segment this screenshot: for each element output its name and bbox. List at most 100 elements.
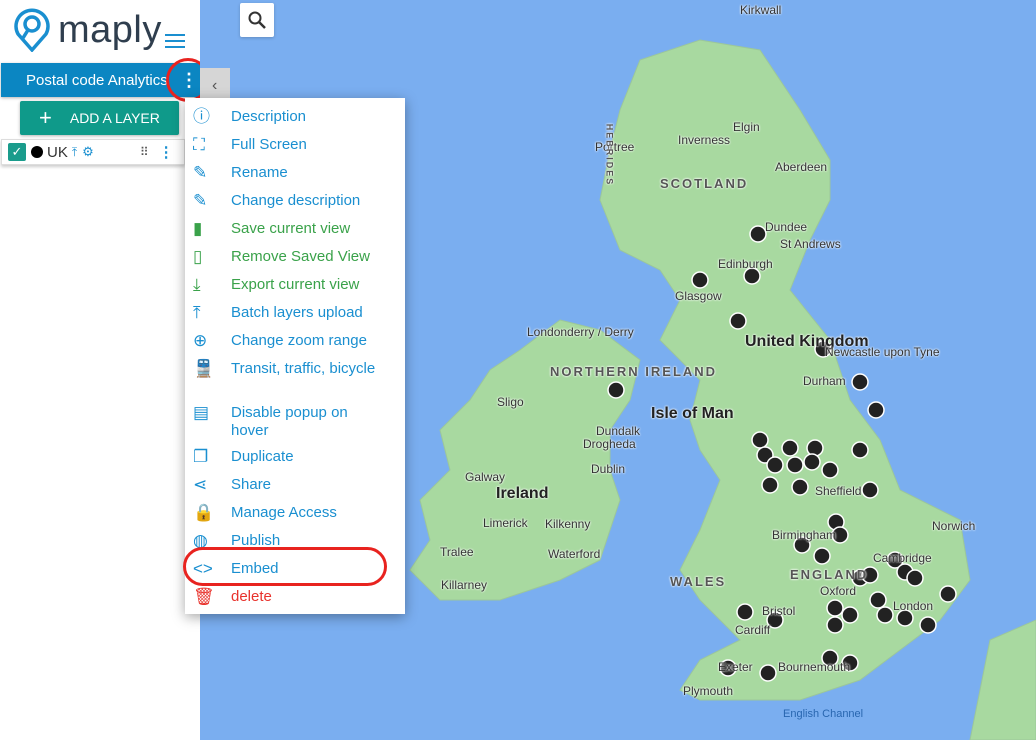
add-layer-button[interactable]: + ADD A LAYER (20, 101, 179, 135)
map-label-sligo: Sligo (497, 395, 524, 409)
menu-item-label: Save current view (231, 220, 351, 237)
map-marker[interactable] (781, 439, 799, 457)
map-marker[interactable] (751, 431, 769, 449)
map-marker[interactable] (803, 453, 821, 471)
map-marker[interactable] (786, 456, 804, 474)
map-label-dublin: Dublin (591, 462, 626, 476)
pencil-icon: ✎ (193, 191, 208, 210)
map-marker[interactable] (813, 547, 831, 565)
hamburger-menu-icon[interactable] (165, 34, 185, 52)
map-search-button[interactable] (240, 3, 274, 37)
logo[interactable]: maply (12, 8, 162, 52)
project-options-menu: ⓘ Description ⛶ Full Screen ✎ Rename ✎ Change d… (185, 98, 405, 614)
map-marker[interactable] (736, 603, 754, 621)
project-title: Postal code Analytics (26, 71, 168, 89)
map-marker[interactable] (919, 616, 937, 634)
menu-item-change-zoom-range[interactable]: ⊕ Change zoom range (185, 330, 405, 358)
menu-item-description[interactable]: ⓘ Description (185, 106, 405, 134)
menu-item-disable-popup-on-hover[interactable]: ▤ Disable popup on hover (185, 402, 405, 446)
map-marker[interactable] (939, 585, 957, 603)
map-marker[interactable] (607, 381, 625, 399)
map-marker[interactable] (691, 271, 709, 289)
map-marker[interactable] (869, 591, 887, 609)
menu-item-delete[interactable]: 🗑 delete (185, 586, 405, 614)
menu-item-transit-traffic-bicycle[interactable]: 🚆 Transit, traffic, bicycle (185, 358, 405, 402)
menu-item-label: Disable popup on hover (231, 404, 348, 439)
menu-item-full-screen[interactable]: ⛶ Full Screen (185, 134, 405, 162)
map-label-wales: WALES (670, 574, 727, 589)
map-label-galway: Galway (465, 470, 506, 484)
map-marker[interactable] (876, 606, 894, 624)
map-label-elgin: Elgin (733, 120, 760, 134)
copy-icon: ❐ (193, 447, 209, 466)
map-label-norwich: Norwich (932, 519, 976, 533)
layer-visibility-checkbox[interactable]: ✓ (8, 143, 26, 161)
layer-row[interactable]: ✓ UK ⤒ ⚙ ⠿ ⋮ (1, 139, 185, 165)
map-label-aberdeen: Aberdeen (775, 160, 828, 174)
menu-item-save-current-view[interactable]: ▮ Save current view (185, 218, 405, 246)
trash-icon: 🗑 (193, 587, 215, 606)
sidebar: maply Postal code Analytics ⋮ + ADD A LAY… (0, 0, 210, 740)
map-marker[interactable] (791, 478, 809, 496)
map-label-durham: Durham (803, 374, 846, 388)
map-marker[interactable] (851, 373, 869, 391)
menu-item-batch-layers-upload[interactable]: ⤒ Batch layers upload (185, 302, 405, 330)
map-label-exeter: Exeter (718, 660, 753, 674)
map-label-standrews: St Andrews (780, 237, 841, 251)
map-label-isle-of-man: Isle of Man (651, 405, 734, 422)
map-label-cambridge: Cambridge (873, 551, 932, 565)
menu-item-remove-saved-view[interactable]: ▯ Remove Saved View (185, 246, 405, 274)
menu-item-label: Batch layers upload (231, 304, 363, 321)
menu-item-label: Full Screen (231, 136, 307, 153)
menu-item-export-current-view[interactable]: ⤓ Export current view (185, 274, 405, 302)
layer-options-icon[interactable]: ⋮ (159, 143, 174, 161)
menu-item-rename[interactable]: ✎ Rename (185, 162, 405, 190)
layer-color-dot[interactable] (31, 146, 43, 158)
map-label-cardiff: Cardiff (735, 623, 771, 637)
map-label-glasgow: Glasgow (675, 289, 722, 303)
app-name: maply (58, 8, 162, 51)
menu-item-duplicate[interactable]: ❐ Duplicate (185, 446, 405, 474)
map-marker[interactable] (766, 456, 784, 474)
map-label-waterford: Waterford (548, 547, 601, 561)
france-land (969, 619, 1036, 740)
map-marker[interactable] (861, 481, 879, 499)
bookmark-outline-icon: ▯ (193, 247, 203, 266)
pencil-icon: ✎ (193, 163, 208, 182)
info-icon: ⓘ (193, 107, 210, 126)
menu-item-label: Transit, traffic, bicycle (231, 360, 376, 377)
menu-item-change-description[interactable]: ✎ Change description (185, 190, 405, 218)
map-label-bournemouth: Bournemouth (778, 660, 851, 674)
map-marker[interactable] (826, 599, 844, 617)
map-label-ireland: Ireland (496, 485, 549, 502)
map-marker[interactable] (761, 476, 779, 494)
menu-item-share[interactable]: ⋖ Share (185, 474, 405, 502)
menu-item-manage-access[interactable]: 🔒 Manage Access (185, 502, 405, 530)
gear-icon[interactable]: ⚙ (82, 144, 94, 160)
map-marker[interactable] (749, 225, 767, 243)
map-label-scotland: SCOTLAND (660, 176, 749, 191)
zoom-in-icon: ⊕ (193, 331, 208, 350)
map-label-portree: Portree (595, 140, 635, 154)
map-label-bristol: Bristol (762, 604, 796, 618)
share-icon: ⋖ (193, 475, 208, 494)
map-label-killarney: Killarney (441, 578, 488, 592)
menu-item-label: Rename (231, 164, 288, 181)
map-marker[interactable] (826, 616, 844, 634)
map-marker[interactable] (806, 439, 824, 457)
map-marker[interactable] (821, 461, 839, 479)
map-marker[interactable] (729, 312, 747, 330)
map-marker[interactable] (841, 606, 859, 624)
drag-handle-icon[interactable]: ⠿ (140, 145, 149, 159)
upload-icon[interactable]: ⤒ (72, 145, 77, 160)
fullscreen-icon: ⛶ (193, 135, 205, 154)
layer-name: UK (47, 143, 68, 161)
menu-item-label: Share (231, 476, 272, 493)
map-label-edinburgh: Edinburgh (718, 257, 773, 271)
map-marker[interactable] (759, 664, 777, 682)
plus-icon: + (39, 105, 52, 130)
map-marker[interactable] (867, 401, 885, 419)
map-marker[interactable] (906, 569, 924, 587)
map-marker[interactable] (851, 441, 869, 459)
comment-icon: ▤ (193, 403, 210, 422)
